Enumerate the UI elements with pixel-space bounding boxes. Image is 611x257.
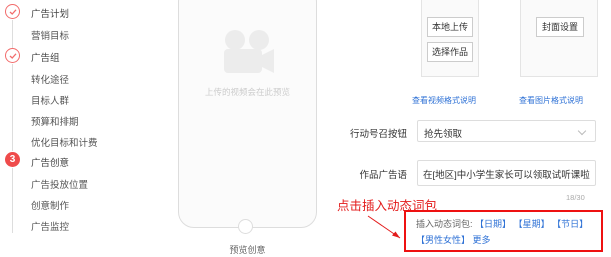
- sidebar-item-target-audience[interactable]: 目标人群: [31, 93, 69, 107]
- step-connector: [12, 20, 13, 48]
- dynamic-words-highlight: 插入动态词包: 【日期】 【星期】 【节日】 【男性女性】 更多: [404, 210, 603, 252]
- cover-setting-button[interactable]: 封面设置: [536, 17, 584, 37]
- dynamic-words-prefix: 插入动态词包:: [416, 219, 473, 229]
- sidebar-item-optimization-billing[interactable]: 优化目标和计费: [31, 135, 98, 149]
- sidebar-item-conversion-path[interactable]: 转化途径: [31, 72, 69, 86]
- step-number-badge: 3: [5, 152, 20, 167]
- sidebar-item-ad-monitoring[interactable]: 广告监控: [31, 219, 69, 233]
- sidebar-steps: 3 广告计划 营销目标 广告组 转化途径 目标人群 预算和排期 优化目标和计费 …: [0, 0, 140, 257]
- annotation-arrow-icon: [367, 215, 401, 239]
- sidebar-step-campaign[interactable]: 广告计划: [31, 6, 69, 20]
- step-complete-icon: [5, 4, 20, 19]
- sidebar-item-marketing-goal[interactable]: 营销目标: [31, 28, 69, 42]
- video-app-logo-icon: [214, 25, 280, 91]
- choose-work-button[interactable]: 选择作品: [427, 42, 473, 62]
- image-format-link[interactable]: 查看图片格式说明: [519, 95, 583, 106]
- tag-weekday[interactable]: 【星期】: [514, 219, 550, 229]
- step-connector: [12, 168, 13, 233]
- preview-creative-label: 预览创意: [229, 245, 266, 255]
- character-counter: 18/30: [566, 193, 585, 202]
- local-upload-button[interactable]: 本地上传: [427, 17, 473, 37]
- sidebar-item-placement[interactable]: 广告投放位置: [31, 177, 88, 191]
- step-complete-icon: [5, 48, 20, 63]
- sidebar-item-budget-schedule[interactable]: 预算和排期: [31, 114, 79, 128]
- ad-copy-label: 作品广告语: [359, 170, 407, 181]
- sidebar-step-creative[interactable]: 广告创意: [31, 155, 69, 169]
- sidebar-step-ad-group[interactable]: 广告组: [31, 50, 60, 64]
- tag-date[interactable]: 【日期】: [475, 219, 511, 229]
- preview-placeholder: 上传的视频会在此预览: [204, 87, 290, 97]
- video-upload-card: 本地上传 选择作品: [421, 0, 479, 77]
- phone-home-button-icon: [238, 219, 253, 234]
- chevron-down-icon: [577, 126, 587, 136]
- sidebar-item-creative-production[interactable]: 创意制作: [31, 198, 69, 212]
- ad-copy-value: 在[地区]中小学生家长可以领取试听课啦: [423, 170, 590, 181]
- cta-button-label: 行动号召按钮: [349, 129, 407, 140]
- cta-selected-value: 抢先领取: [424, 129, 463, 140]
- ad-copy-input[interactable]: 在[地区]中小学生家长可以领取试听课啦: [417, 160, 596, 186]
- tag-gender[interactable]: 【男性女性】: [416, 235, 470, 245]
- step-connector: [12, 64, 13, 151]
- cover-upload-card: 封面设置: [520, 0, 598, 77]
- cta-select[interactable]: 抢先领取: [417, 120, 596, 142]
- video-format-link[interactable]: 查看视频格式说明: [412, 95, 476, 106]
- tag-holiday[interactable]: 【节日】: [552, 219, 588, 229]
- more-tags-link[interactable]: 更多: [473, 235, 491, 245]
